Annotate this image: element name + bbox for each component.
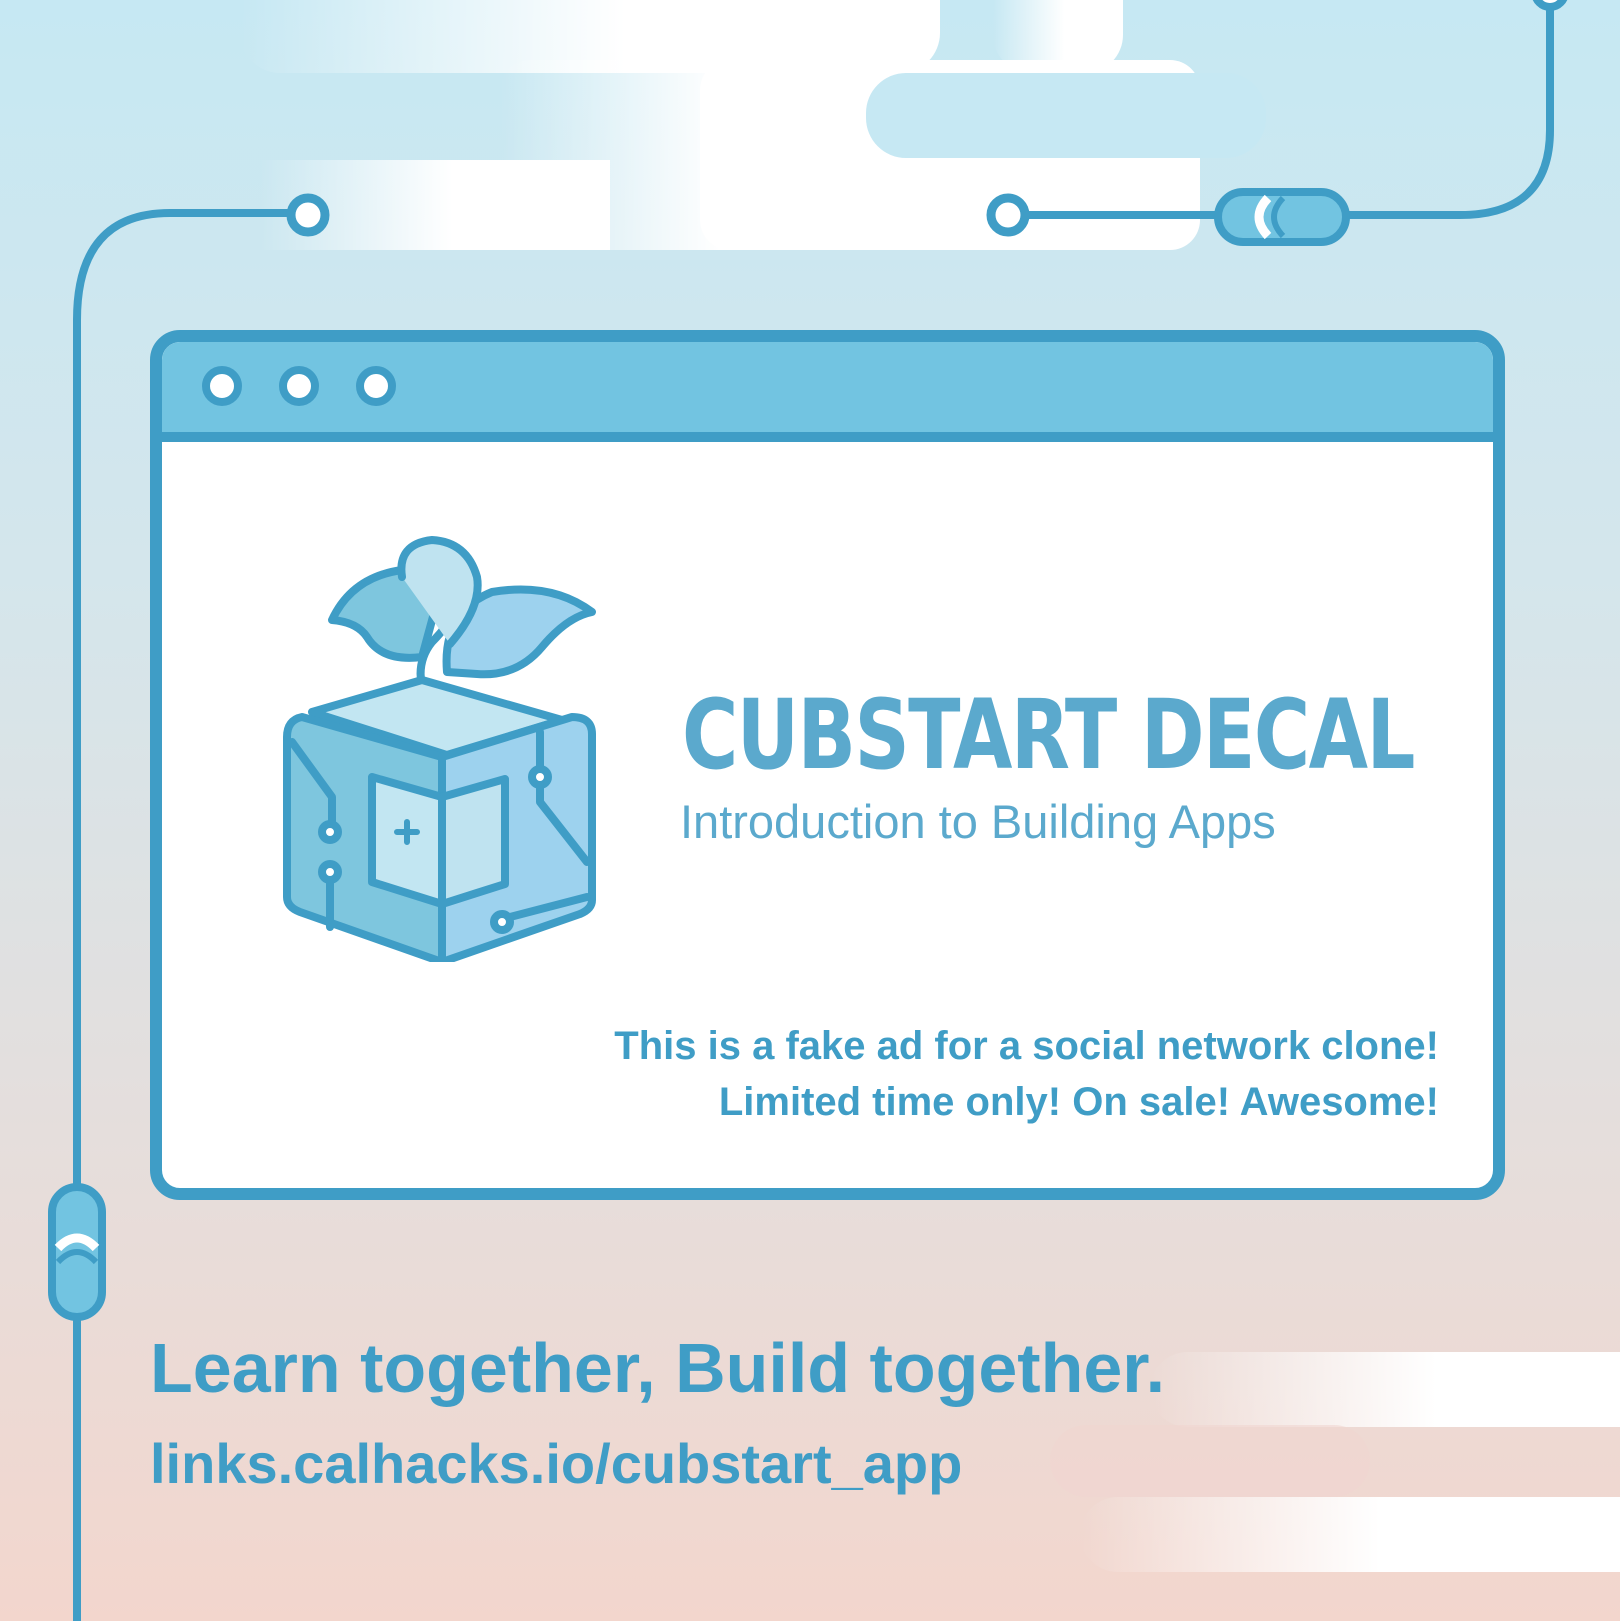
window-dot-2 [279,366,319,406]
ad-window: CUBSTART DECAL Introduction to Building … [150,330,1505,1200]
window-dot-1 [202,366,242,406]
right-circuit-node [986,193,1030,237]
window-dot-3 [356,366,396,406]
course-subtitle: Introduction to Building Apps [680,795,1276,848]
ad-line-1: This is a fake ad for a social network c… [614,1024,1439,1068]
course-title: CUBSTART DECAL [682,679,1415,791]
tagline: Learn together, Build together. [150,1329,1166,1407]
cubstart-cube-logo [283,536,596,962]
window-titlebar [162,342,1493,442]
left-connector [48,1183,106,1321]
right-connector [1214,188,1350,246]
left-circuit-node [286,193,330,237]
signup-link[interactable]: links.calhacks.io/cubstart_app [150,1431,962,1496]
top-circuit-node [1532,0,1568,11]
ad-line-2: Limited time only! On sale! Awesome! [718,1080,1439,1124]
